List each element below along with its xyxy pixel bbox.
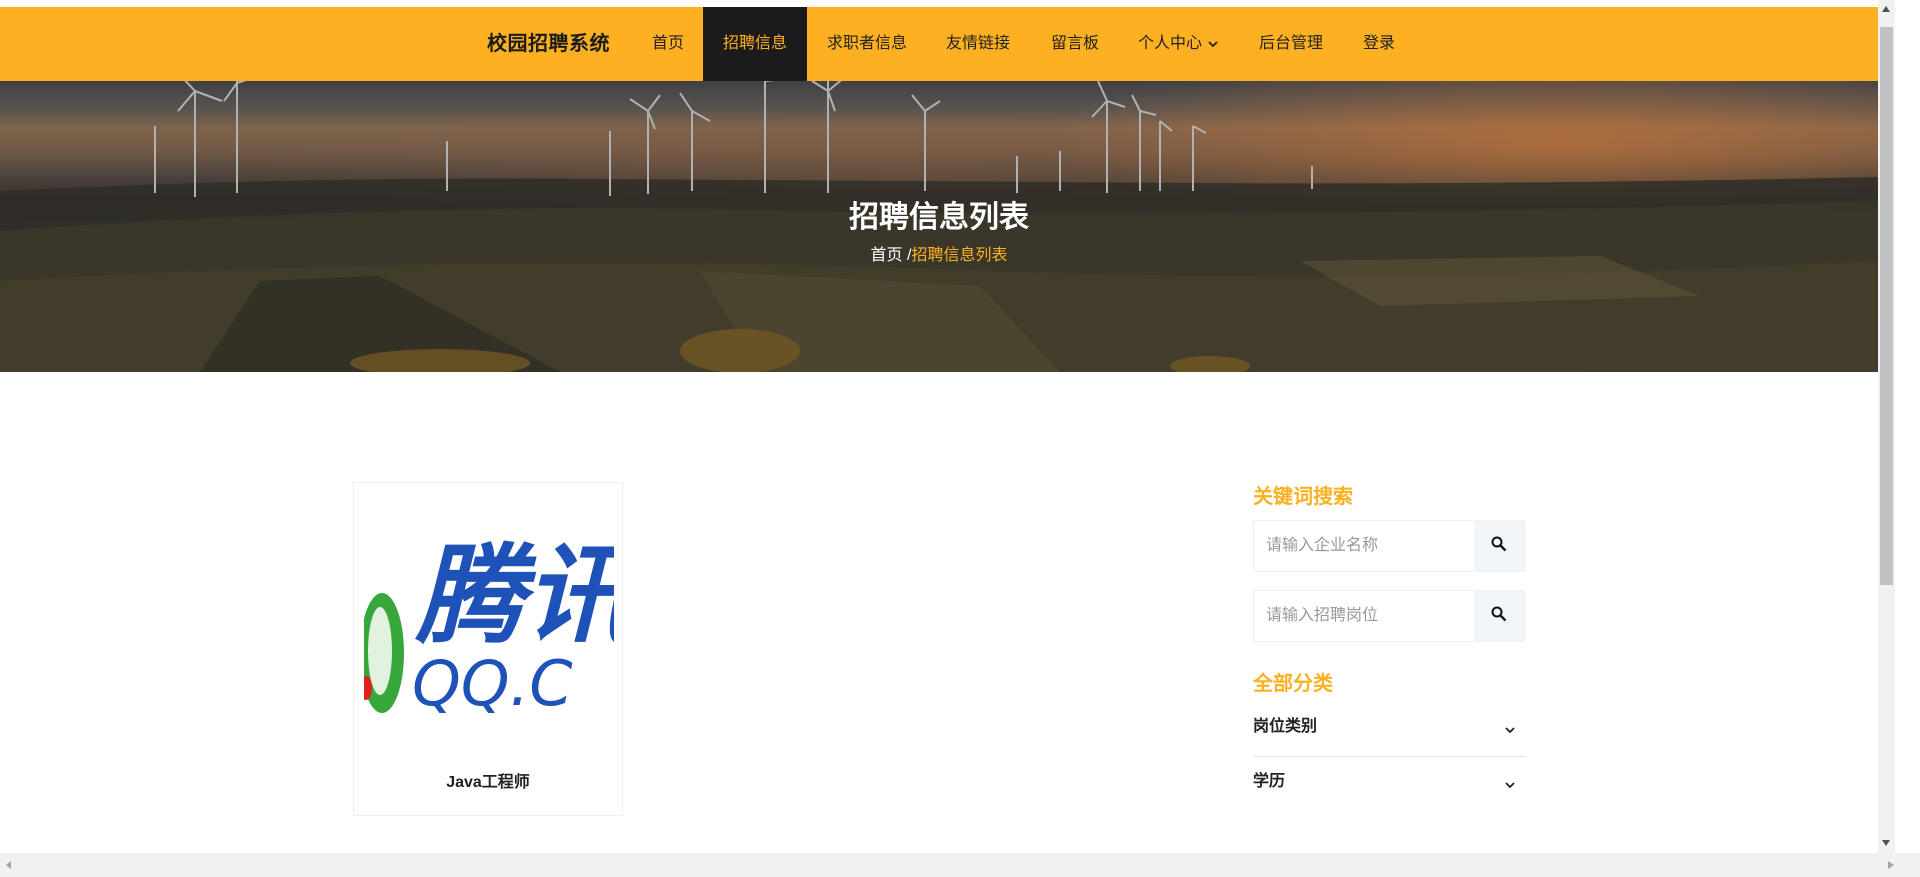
company-logo-text-top: 腾讯 — [415, 534, 614, 659]
scroll-up-arrow-icon[interactable] — [1882, 6, 1890, 12]
nav-friend-links[interactable]: 友情链接 — [945, 7, 1011, 81]
category-education[interactable]: 学历 — [1253, 755, 1525, 809]
search-icon — [1491, 536, 1507, 557]
nav-message-board[interactable]: 留言板 — [1049, 7, 1101, 81]
page-hero-banner: 招聘信息列表 首页 /招聘信息列表 — [0, 81, 1878, 372]
category-job-type-label: 岗位类别 — [1253, 718, 1318, 735]
scroll-right-arrow-icon — [1888, 861, 1894, 869]
company-logo[interactable]: 腾讯 QQ.C — [364, 513, 614, 713]
breadcrumb-current: 招聘信息列表 — [911, 247, 1008, 264]
scroll-down-arrow-icon[interactable] — [1882, 840, 1890, 846]
company-search-button[interactable] — [1474, 521, 1524, 571]
breadcrumb-home[interactable]: 首页 — [871, 247, 903, 264]
keyword-search-heading: 关键词搜索 — [1253, 486, 1353, 508]
chevron-down-icon — [1505, 776, 1515, 794]
chevron-down-icon — [1505, 721, 1515, 739]
nav-job-seekers[interactable]: 求职者信息 — [826, 7, 908, 81]
page-title: 招聘信息列表 — [849, 201, 1029, 234]
nav-personal-center-label: 个人中心 — [1138, 35, 1203, 53]
top-navbar: 校园招聘系统 首页 招聘信息 求职者信息 友情链接 留言板 个人中心 后台管理 … — [0, 7, 1878, 81]
category-job-type[interactable]: 岗位类别 — [1253, 700, 1525, 754]
job-card[interactable]: 腾讯 QQ.C Java工程师 — [353, 482, 623, 816]
site-brand[interactable]: 校园招聘系统 — [487, 7, 610, 81]
top-gap — [0, 0, 1878, 7]
position-search-button[interactable] — [1474, 591, 1524, 641]
nav-home[interactable]: 首页 — [650, 7, 686, 81]
search-icon — [1491, 606, 1507, 627]
nav-personal-center[interactable]: 个人中心 — [1138, 7, 1222, 81]
company-logo-text-bottom: QQ.C — [412, 647, 573, 713]
position-search-box — [1253, 590, 1525, 642]
company-search-box — [1253, 520, 1525, 572]
nav-admin[interactable]: 后台管理 — [1258, 7, 1324, 81]
company-search-input[interactable] — [1254, 521, 1476, 571]
breadcrumb: 首页 /招聘信息列表 — [0, 241, 1878, 265]
job-title[interactable]: Java工程师 — [354, 768, 622, 792]
vertical-scrollbar-thumb[interactable] — [1880, 27, 1893, 585]
all-categories-heading: 全部分类 — [1253, 673, 1333, 695]
category-education-label: 学历 — [1253, 773, 1286, 790]
scroll-left-arrow-icon — [6, 861, 11, 869]
chevron-down-icon — [1208, 7, 1218, 81]
position-search-input[interactable] — [1254, 591, 1476, 641]
horizontal-scrollbar[interactable] — [0, 853, 1920, 877]
nav-login[interactable]: 登录 — [1361, 7, 1397, 81]
nav-jobs[interactable]: 招聘信息 — [703, 7, 807, 81]
